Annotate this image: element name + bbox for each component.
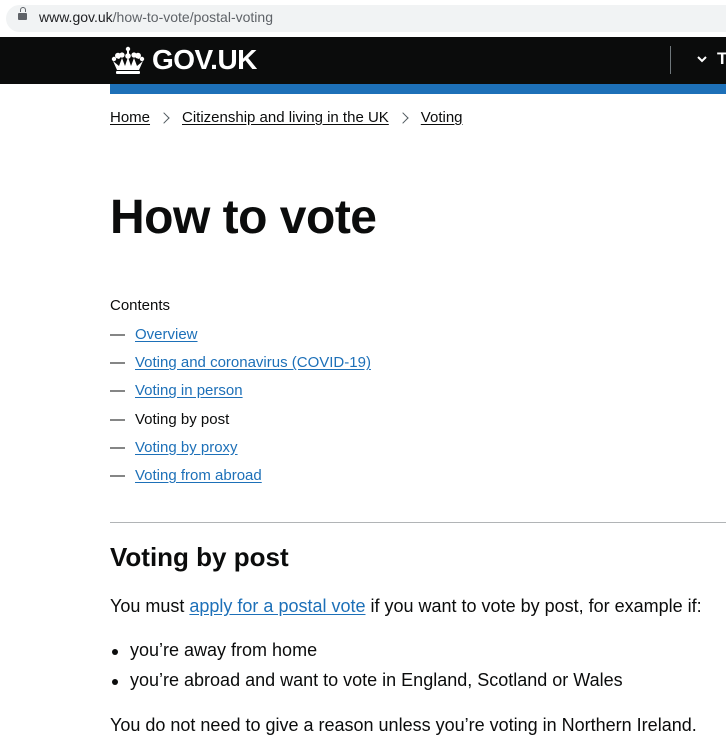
breadcrumb: Home Citizenship and living in the UK Vo… xyxy=(110,109,463,126)
contents-link-coronavirus[interactable]: Voting and coronavirus (COVID-19) xyxy=(135,354,371,371)
topics-menu-button[interactable]: T xyxy=(717,49,726,69)
breadcrumb-voting[interactable]: Voting xyxy=(421,109,463,126)
contents-link-in-person[interactable]: Voting in person xyxy=(135,382,243,399)
contents-item: — Overview xyxy=(110,326,198,343)
breadcrumb-citizenship[interactable]: Citizenship and living in the UK xyxy=(182,109,389,126)
chevron-right-icon xyxy=(397,111,409,124)
contents-item: — Voting from abroad xyxy=(110,466,262,484)
url-text[interactable]: www.gov.uk/how-to-vote/postal-voting xyxy=(39,9,273,25)
header-accent-bar xyxy=(110,84,726,94)
contents-heading: Contents xyxy=(110,297,171,314)
browser-address-bar: www.gov.uk/how-to-vote/postal-voting xyxy=(0,0,726,37)
list-item: you’re away from home xyxy=(110,640,623,670)
contents-item: — Voting and coronavirus (COVID-19) xyxy=(110,354,371,372)
contents-link-overview[interactable]: Overview xyxy=(135,326,198,343)
contents-item: — Voting by post xyxy=(110,410,230,428)
contents-item: — Voting in person xyxy=(110,382,243,400)
contents-link-from-abroad[interactable]: Voting from abroad xyxy=(135,467,262,484)
section-heading: Voting by post xyxy=(110,542,289,572)
breadcrumb-home[interactable]: Home xyxy=(110,109,150,126)
logo-text: GOV.UK xyxy=(152,44,257,75)
contents-link-by-proxy[interactable]: Voting by proxy xyxy=(135,439,238,456)
site-header: GOV.UK T xyxy=(0,37,726,84)
intro-paragraph: You must apply for a postal vote if you … xyxy=(110,596,702,616)
contents-item: — Voting by proxy xyxy=(110,438,238,456)
chevron-down-icon[interactable] xyxy=(697,54,707,64)
note-paragraph: You do not need to give a reason unless … xyxy=(110,715,697,735)
contents-current-by-post: Voting by post xyxy=(135,410,230,428)
page-title: How to vote xyxy=(110,191,377,244)
header-divider xyxy=(670,46,671,74)
apply-postal-vote-link[interactable]: apply for a postal vote xyxy=(189,596,365,616)
crown-icon xyxy=(111,46,145,74)
govuk-logo-link[interactable]: GOV.UK xyxy=(110,43,257,77)
chevron-right-icon xyxy=(158,111,170,124)
section-divider xyxy=(110,522,726,523)
list-item: you’re abroad and want to vote in Englan… xyxy=(110,670,623,700)
lock-icon xyxy=(18,7,27,20)
contents-list: — Overview — Voting and coronavirus (COVID… xyxy=(110,326,371,495)
bullet-list: you’re away from home you’re abroad and … xyxy=(110,640,623,700)
